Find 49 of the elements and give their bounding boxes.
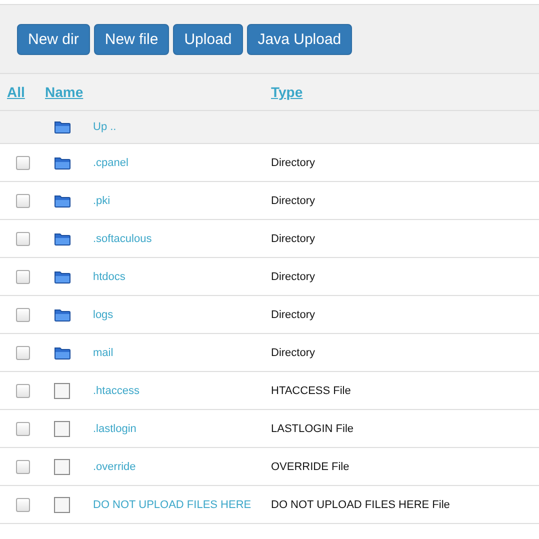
file-icon xyxy=(54,420,70,436)
toolbar-button[interactable]: New file xyxy=(94,24,170,55)
folder-icon xyxy=(54,232,70,246)
toolbar-button[interactable]: New dir xyxy=(17,24,90,55)
column-header-link[interactable]: Type xyxy=(271,84,539,100)
row-checkbox[interactable] xyxy=(16,156,30,170)
row-checkbox[interactable] xyxy=(16,498,30,512)
file-type-text: OVERRIDE File xyxy=(271,460,350,472)
file-type-text: Directory xyxy=(271,194,316,206)
folder-icon xyxy=(54,156,70,170)
file-type-text: LASTLOGIN File xyxy=(271,422,354,434)
file-type-text: HTACCESS File xyxy=(271,384,351,396)
file-name-link[interactable]: .lastlogin xyxy=(93,422,136,434)
folder-icon xyxy=(54,120,70,134)
file-name-link[interactable]: logs xyxy=(93,308,114,320)
file-type-text: DO NOT UPLOAD FILES HERE File xyxy=(271,498,450,510)
folder-icon xyxy=(54,308,70,322)
file-icon xyxy=(54,458,70,474)
column-header-link[interactable]: Name xyxy=(45,84,93,100)
file-name-link[interactable]: .cpanel xyxy=(93,156,128,168)
row-checkbox[interactable] xyxy=(16,422,30,436)
row-checkbox[interactable] xyxy=(16,270,30,284)
folder-icon xyxy=(54,194,70,208)
file-icon xyxy=(54,496,70,512)
row-checkbox[interactable] xyxy=(16,308,30,322)
file-name-link[interactable]: Up .. xyxy=(93,121,116,133)
file-icon xyxy=(54,382,70,398)
toolbar-button[interactable]: Upload xyxy=(173,24,243,55)
file-name-link[interactable]: DO NOT UPLOAD FILES HERE xyxy=(93,498,252,510)
file-name-link[interactable]: .softaculous xyxy=(93,232,152,244)
toolbar-button[interactable]: Java Upload xyxy=(246,24,352,55)
file-name-link[interactable]: .override xyxy=(93,460,136,472)
file-name-link[interactable]: .pki xyxy=(93,194,110,206)
column-header-link[interactable]: All xyxy=(0,84,45,100)
row-checkbox[interactable] xyxy=(16,194,30,208)
row-checkbox[interactable] xyxy=(16,384,30,398)
file-type-text: Directory xyxy=(271,232,316,244)
file-name-link[interactable]: htdocs xyxy=(93,270,126,282)
row-checkbox[interactable] xyxy=(16,460,30,474)
file-type-text: Directory xyxy=(271,270,316,282)
file-type-text: Directory xyxy=(271,156,316,168)
file-type-text: Directory xyxy=(271,308,316,320)
row-checkbox[interactable] xyxy=(16,346,30,360)
row-checkbox[interactable] xyxy=(16,232,30,246)
file-name-link[interactable]: mail xyxy=(93,346,114,358)
folder-icon xyxy=(54,270,70,284)
folder-icon xyxy=(54,346,70,360)
file-name-link[interactable]: .htaccess xyxy=(93,384,140,396)
file-type-text: Directory xyxy=(271,346,316,358)
